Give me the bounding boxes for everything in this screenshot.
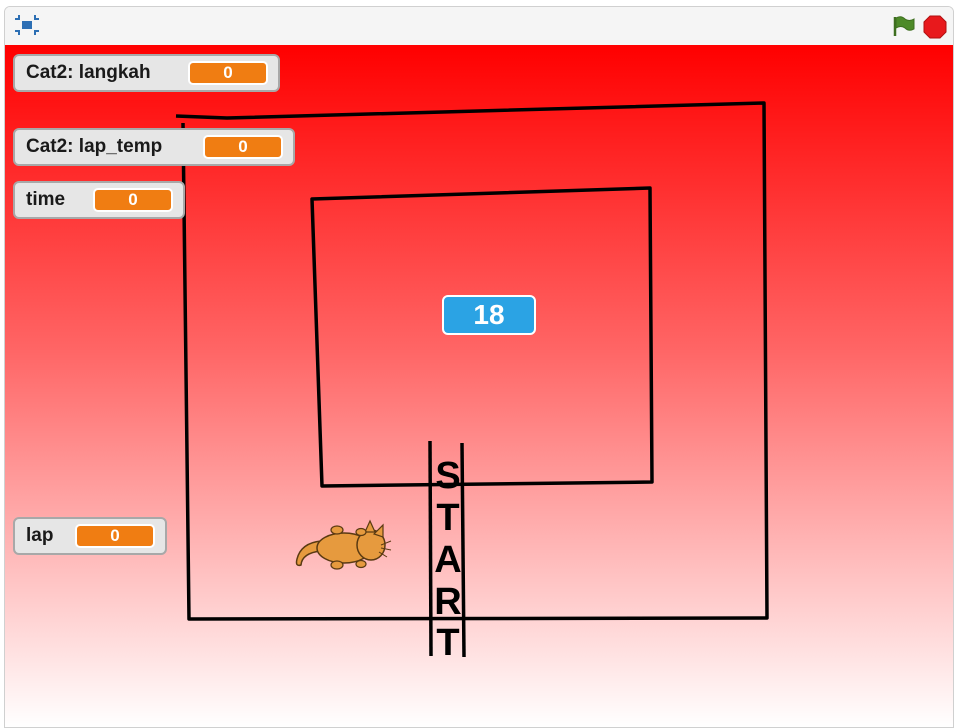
stage-canvas[interactable]: S T A R T Cat2: langkah 0 Cat2: lap_temp… xyxy=(5,45,953,727)
stop-icon[interactable] xyxy=(923,15,947,39)
green-flag-icon[interactable] xyxy=(892,15,916,37)
monitor-time[interactable]: time 0 xyxy=(13,181,185,219)
monitor-value: 0 xyxy=(203,135,283,159)
monitor-value: 0 xyxy=(75,524,155,548)
monitor-langkah[interactable]: Cat2: langkah 0 xyxy=(13,54,280,92)
cat-sprite[interactable] xyxy=(295,519,392,570)
start-letter: T xyxy=(436,497,460,539)
start-letter: S xyxy=(435,455,461,497)
start-letter: A xyxy=(434,539,462,581)
fullscreen-icon[interactable] xyxy=(14,14,40,36)
stage-window: S T A R T Cat2: langkah 0 Cat2: lap_temp… xyxy=(4,6,954,728)
stage-toolbar xyxy=(5,7,953,46)
monitor-label: Cat2: langkah xyxy=(26,62,151,83)
start-letter: R xyxy=(434,581,462,623)
monitor-lap-temp[interactable]: Cat2: lap_temp 0 xyxy=(13,128,295,166)
start-letter: T xyxy=(436,622,460,664)
monitor-label: lap xyxy=(26,525,54,546)
monitor-value: 0 xyxy=(93,188,173,212)
monitor-label: time xyxy=(26,189,66,210)
monitor-lap[interactable]: lap 0 xyxy=(13,517,167,555)
monitor-label: Cat2: lap_temp xyxy=(26,136,163,157)
large-readout: 18 xyxy=(442,295,536,335)
monitor-value: 0 xyxy=(188,61,268,85)
